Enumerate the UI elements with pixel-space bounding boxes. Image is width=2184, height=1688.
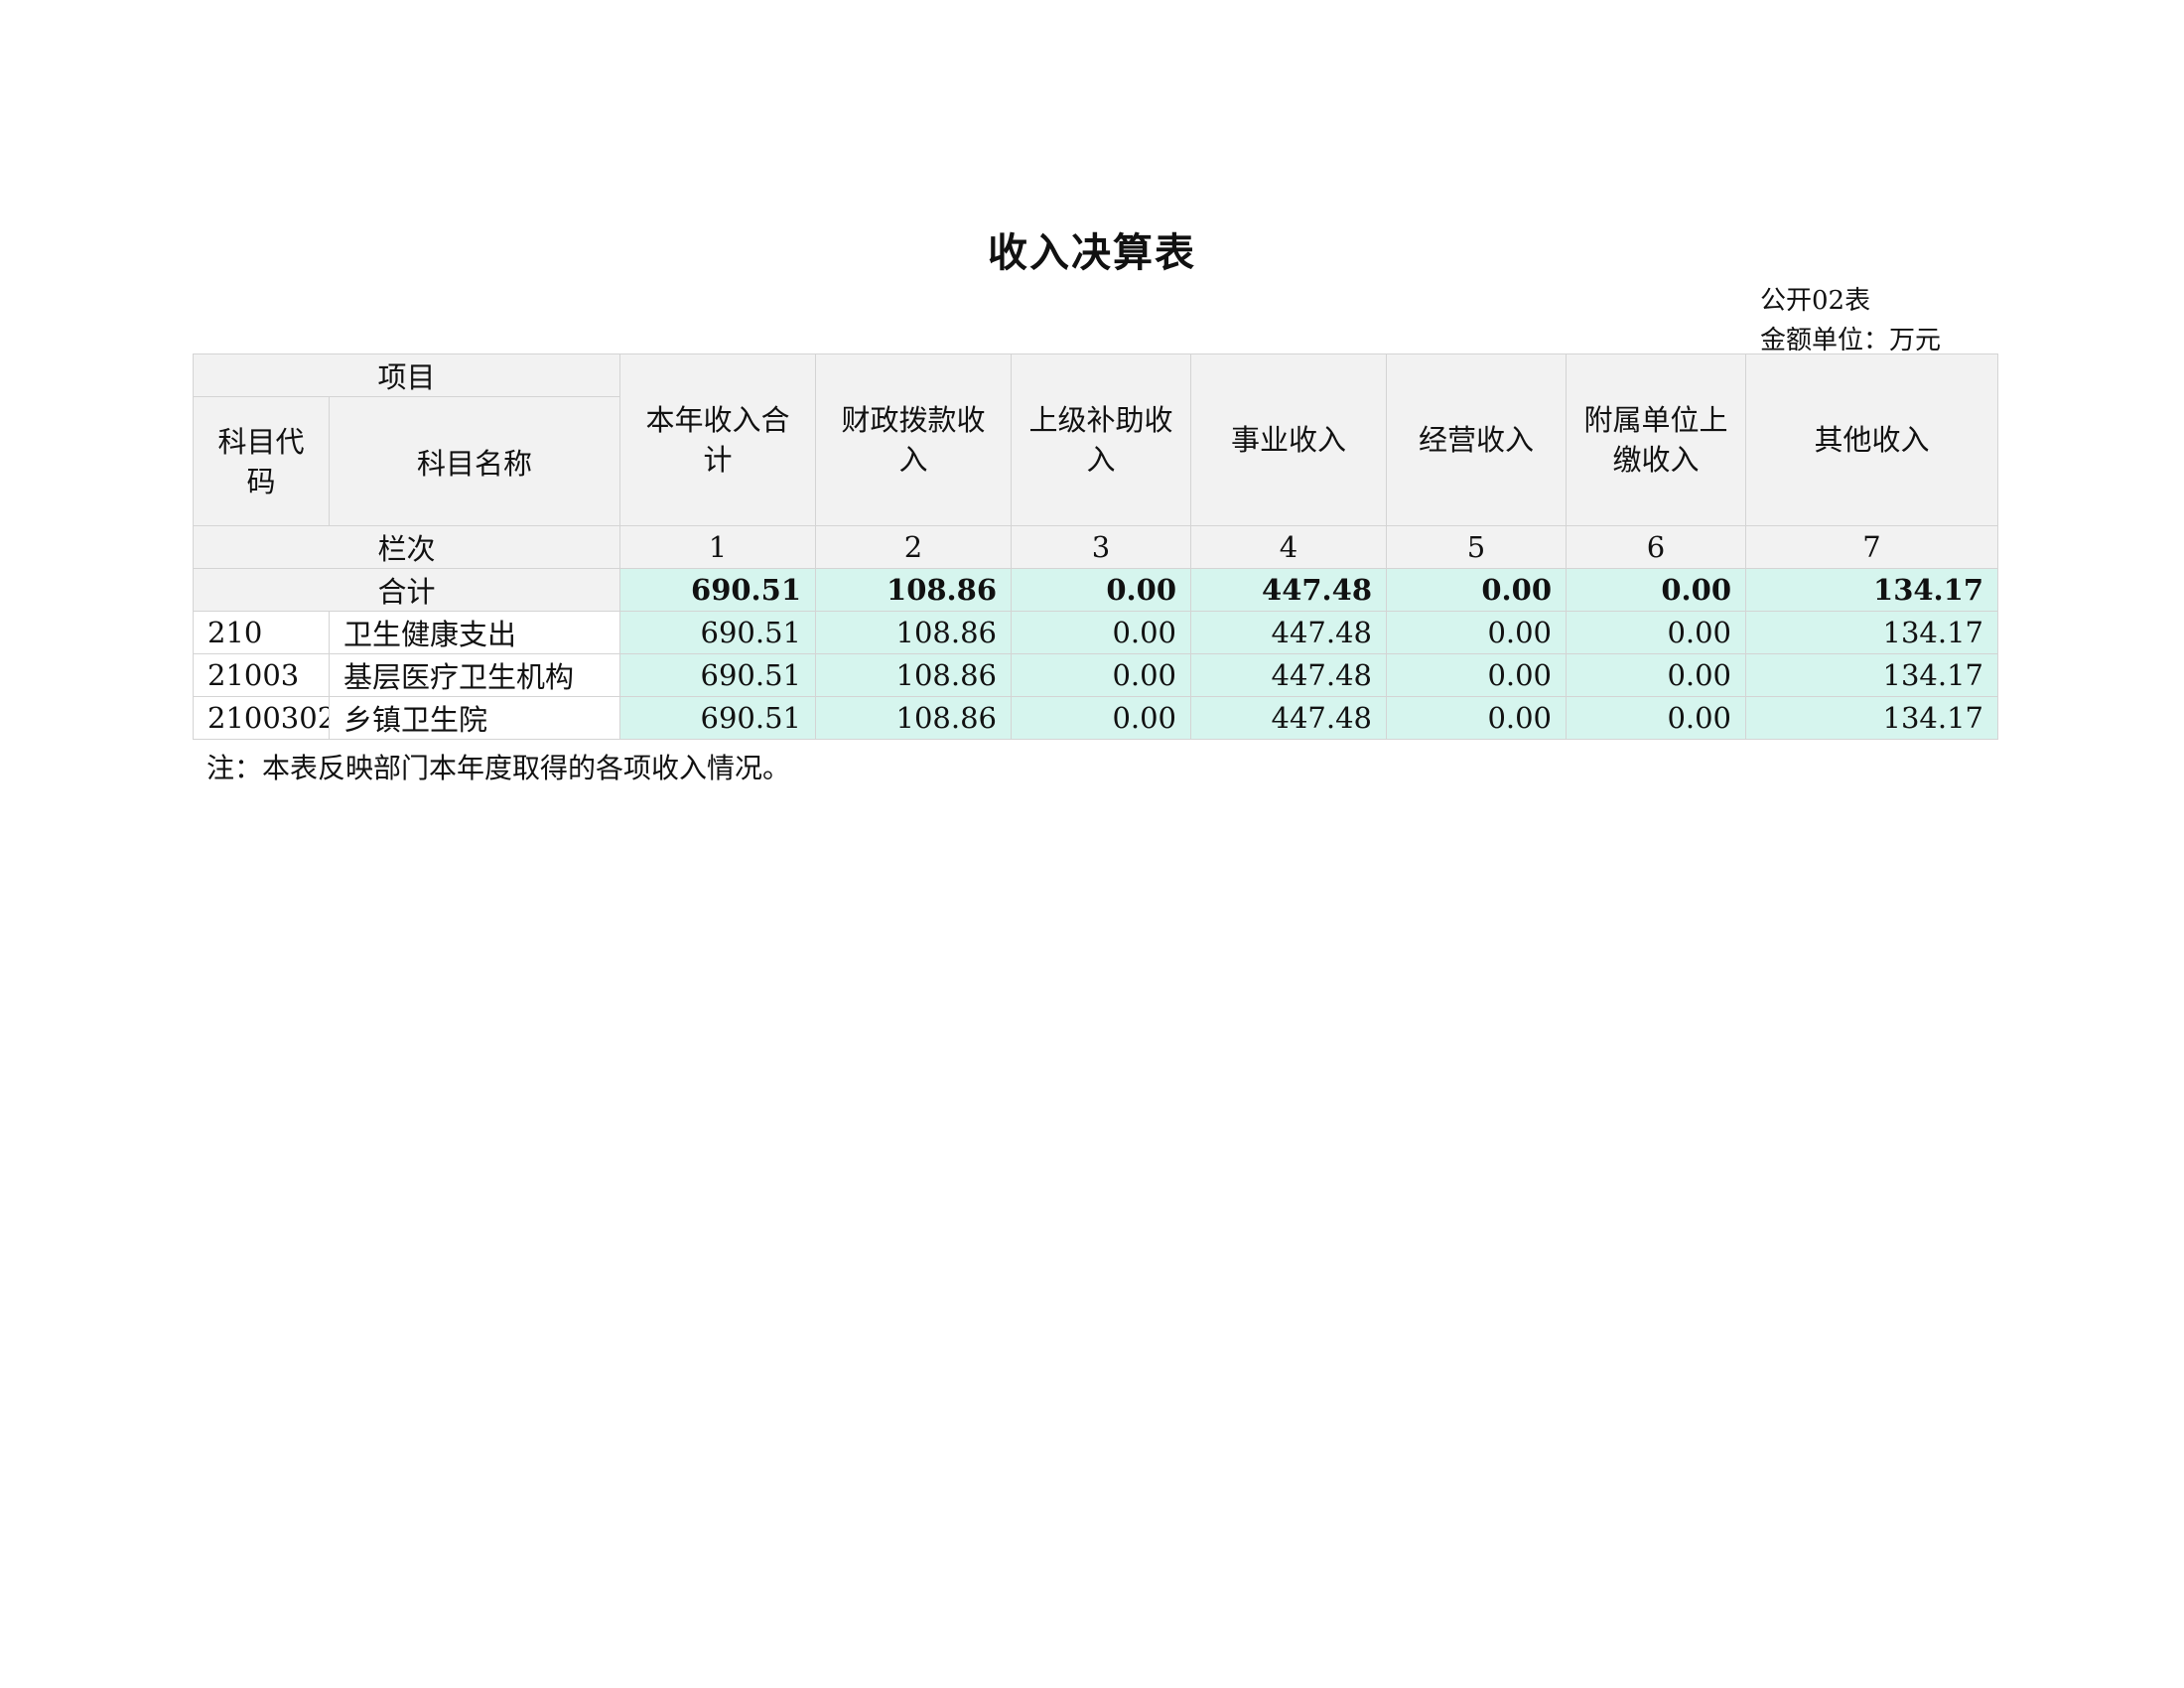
subject-code-header: 科目代码 bbox=[193, 396, 330, 526]
subject-name: 乡镇卫生院 bbox=[328, 696, 621, 740]
subject-name-header: 科目名称 bbox=[328, 396, 621, 526]
row-value: 447.48 bbox=[1190, 611, 1388, 654]
subject-name: 卫生健康支出 bbox=[328, 611, 621, 654]
col-header-total-income: 本年收入合计 bbox=[619, 353, 817, 526]
subject-name: 基层医疗卫生机构 bbox=[328, 653, 621, 697]
row-value: 447.48 bbox=[1190, 696, 1388, 740]
row-value: 690.51 bbox=[619, 653, 817, 697]
total-value: 0.00 bbox=[1566, 568, 1747, 612]
total-label: 合计 bbox=[192, 568, 621, 612]
row-value: 0.00 bbox=[1386, 653, 1568, 697]
row-value: 0.00 bbox=[1566, 653, 1747, 697]
row-value: 134.17 bbox=[1745, 653, 1999, 697]
row-value: 0.00 bbox=[1011, 611, 1192, 654]
row-value: 108.86 bbox=[815, 653, 1013, 697]
column-number: 2 bbox=[815, 525, 1013, 569]
row-value: 0.00 bbox=[1011, 653, 1192, 697]
total-value: 447.48 bbox=[1190, 568, 1388, 612]
row-value: 134.17 bbox=[1745, 696, 1999, 740]
total-value: 690.51 bbox=[619, 568, 817, 612]
row-value: 0.00 bbox=[1566, 611, 1747, 654]
row-value: 108.86 bbox=[815, 611, 1013, 654]
total-value: 134.17 bbox=[1745, 568, 1999, 612]
table-row: 210 卫生健康支出 690.51 108.86 0.00 447.48 0.0… bbox=[193, 611, 1999, 654]
subject-code: 2100302 bbox=[193, 696, 330, 740]
column-numbers-label: 栏次 bbox=[192, 525, 621, 569]
column-number: 4 bbox=[1190, 525, 1388, 569]
row-value: 447.48 bbox=[1190, 653, 1388, 697]
column-number: 5 bbox=[1386, 525, 1568, 569]
total-value: 108.86 bbox=[815, 568, 1013, 612]
total-value: 0.00 bbox=[1011, 568, 1192, 612]
column-number: 3 bbox=[1011, 525, 1192, 569]
row-value: 134.17 bbox=[1745, 611, 1999, 654]
row-value: 108.86 bbox=[815, 696, 1013, 740]
table-row: 2100302 乡镇卫生院 690.51 108.86 0.00 447.48 … bbox=[193, 696, 1999, 740]
column-number: 6 bbox=[1566, 525, 1747, 569]
row-value: 690.51 bbox=[619, 696, 817, 740]
row-value: 0.00 bbox=[1566, 696, 1747, 740]
row-value: 0.00 bbox=[1386, 696, 1568, 740]
row-value: 0.00 bbox=[1011, 696, 1192, 740]
row-value: 0.00 bbox=[1386, 611, 1568, 654]
item-header: 项目 bbox=[192, 353, 621, 397]
row-value: 690.51 bbox=[619, 611, 817, 654]
total-value: 0.00 bbox=[1386, 568, 1568, 612]
subject-code: 21003 bbox=[193, 653, 330, 697]
column-number: 1 bbox=[619, 525, 817, 569]
amount-unit: 金额单位：万元 bbox=[1760, 326, 1942, 355]
col-header-superior-subsidy: 上级补助收入 bbox=[1011, 353, 1192, 526]
table-row: 21003 基层医疗卫生机构 690.51 108.86 0.00 447.48… bbox=[193, 653, 1999, 697]
col-header-business-income: 事业收入 bbox=[1190, 353, 1388, 526]
col-header-operating-income: 经营收入 bbox=[1386, 353, 1568, 526]
col-header-affiliate-payment: 附属单位上缴收入 bbox=[1566, 353, 1747, 526]
page-title: 收入决算表 bbox=[988, 230, 1196, 276]
form-code: 公开02表 bbox=[1760, 286, 1871, 316]
total-row: 合计 690.51 108.86 0.00 447.48 0.00 0.00 1… bbox=[192, 568, 1999, 612]
subject-code: 210 bbox=[193, 611, 330, 654]
col-header-other-income: 其他收入 bbox=[1745, 353, 1999, 526]
table-note: 注：本表反映部门本年度取得的各项收入情况。 bbox=[206, 752, 791, 784]
column-number: 7 bbox=[1745, 525, 1999, 569]
col-header-fiscal-appropriation: 财政拨款收入 bbox=[815, 353, 1013, 526]
income-table: 项目 本年收入合计 财政拨款收入 上级补助收入 事业收入 经营收入 附属单位上缴… bbox=[192, 353, 1999, 740]
